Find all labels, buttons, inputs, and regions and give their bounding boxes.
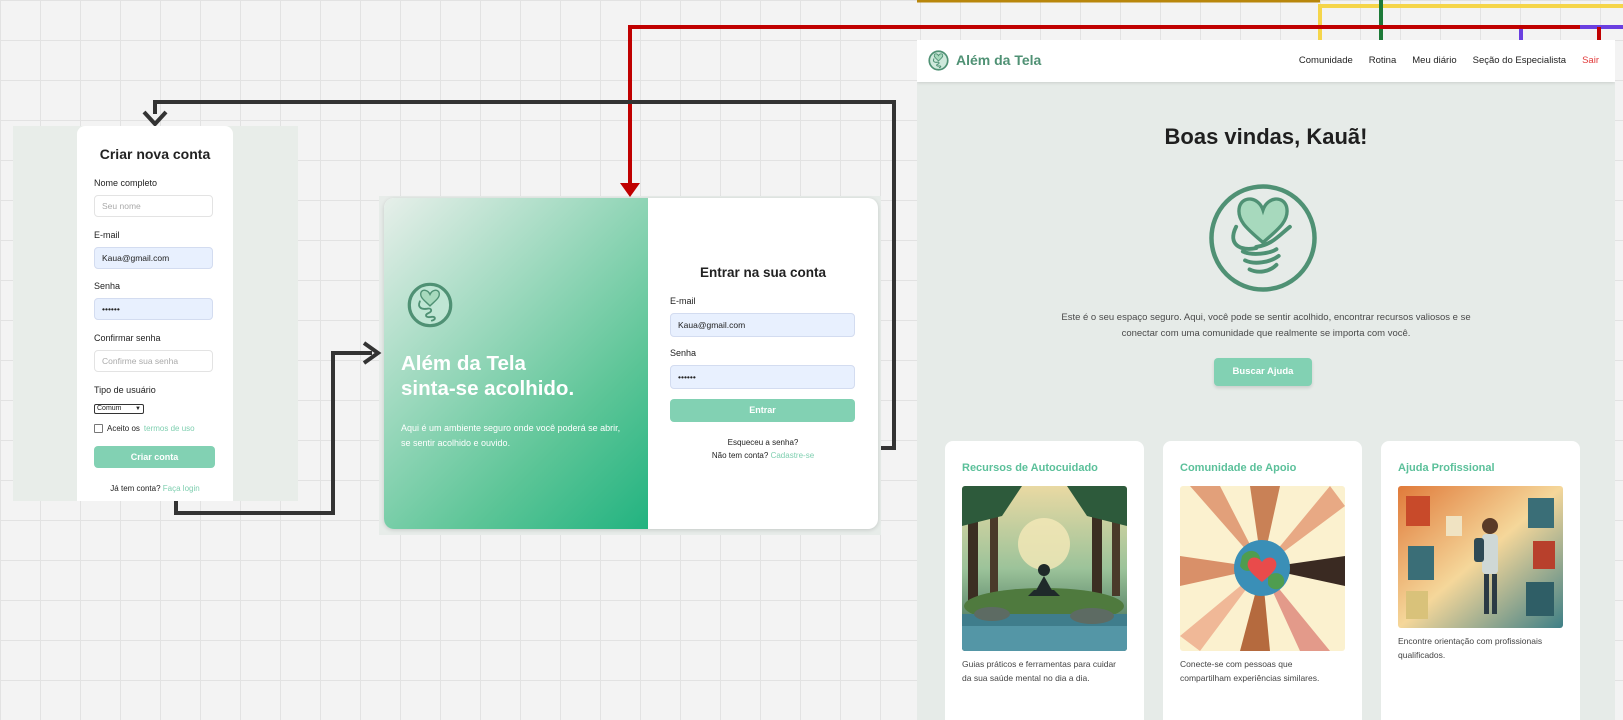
login-password-label: Senha: [670, 348, 697, 358]
signup-link[interactable]: Cadastre-se: [771, 451, 815, 460]
login-title: Entrar na sua conta: [699, 265, 827, 280]
signup-email-label: E-mail: [94, 230, 120, 240]
signup-card: Criar nova conta Nome completo Seu nome …: [77, 126, 233, 501]
hero-title-line2: sinta-se acolhido.: [401, 377, 575, 400]
flow-arrow-dark-bottom: [362, 341, 382, 365]
user-type-label: Tipo de usuário: [94, 385, 156, 395]
user-type-select[interactable]: Comum ▼: [94, 404, 144, 414]
card-community[interactable]: Comunidade de Apoio Conecte-se com pesso…: [1163, 441, 1362, 720]
login-password-input[interactable]: ••••••: [670, 365, 855, 389]
heart-hands-icon: [407, 282, 453, 328]
card-image-hands-globe: [1180, 486, 1345, 651]
home-page: Além da Tela Comunidade Rotina Meu diári…: [917, 40, 1615, 720]
flow-arrow-red: [620, 183, 640, 197]
flow-line-purple: [1519, 25, 1623, 40]
card-title: Ajuda Profissional: [1398, 462, 1495, 474]
login-link[interactable]: Faça login: [163, 484, 200, 493]
terms-link[interactable]: termos de uso: [144, 424, 195, 433]
heart-hands-icon[interactable]: [928, 50, 949, 71]
confirm-password-label: Confirmar senha: [94, 333, 161, 343]
hero-title-line1: Além da Tela: [401, 352, 526, 375]
confirm-password-input[interactable]: Confirme sua senha: [94, 350, 213, 372]
create-account-button[interactable]: Criar conta: [94, 446, 215, 468]
card-image-meditation: [962, 486, 1127, 651]
signup-title: Criar nova conta: [99, 146, 211, 162]
nav-links: Comunidade Rotina Meu diário Seção do Es…: [1299, 55, 1599, 66]
card-self-care[interactable]: Recursos de Autocuidado Guias práticos e…: [945, 441, 1144, 720]
signup-footer: Já tem conta? Faça login: [77, 484, 233, 493]
signup-prompt-prefix: Não tem conta?: [711, 451, 769, 460]
nav-meu-diario[interactable]: Meu diário: [1412, 55, 1456, 66]
card-description: Guias práticos e ferramentas para cuidar…: [962, 659, 1117, 683]
login-email-input[interactable]: Kaua@gmail.com: [670, 313, 855, 337]
nav-sair[interactable]: Sair: [1582, 55, 1599, 66]
signup-prompt: Não tem conta? Cadastre-se: [648, 451, 878, 460]
signup-footer-prefix: Já tem conta?: [110, 484, 161, 493]
nav-comunidade[interactable]: Comunidade: [1299, 55, 1353, 66]
terms-row: Aceito os termos de uso: [94, 424, 195, 433]
welcome-title: Boas vindas, Kauã!: [1164, 124, 1368, 149]
login-button[interactable]: Entrar: [670, 399, 855, 422]
flow-arrow-dark-top: [142, 110, 168, 127]
signup-password-input[interactable]: ••••••: [94, 298, 213, 320]
hero-text: Aqui é um ambiente seguro onde você pode…: [401, 423, 621, 448]
hero-title: Além da Tela sinta-se acolhido.: [401, 351, 574, 401]
signup-email-input[interactable]: Kaua@gmail.com: [94, 247, 213, 269]
terms-checkbox[interactable]: [94, 424, 103, 433]
login-email-label: E-mail: [670, 296, 696, 306]
card-description: Conecte-se com pessoas que compartilham …: [1180, 659, 1320, 683]
login-card: Além da Tela sinta-se acolhido. Aqui é u…: [384, 198, 878, 529]
card-title: Comunidade de Apoio: [1180, 462, 1297, 474]
card-image-professional: [1398, 486, 1563, 628]
brand-name[interactable]: Além da Tela: [956, 52, 1041, 68]
card-professional[interactable]: Ajuda Profissional Encontre orientação c…: [1381, 441, 1580, 720]
terms-prefix: Aceito os: [107, 424, 140, 433]
forgot-password-link[interactable]: Esqueceu a senha?: [648, 438, 878, 447]
nav-rotina[interactable]: Rotina: [1369, 55, 1396, 66]
signup-password-label: Senha: [94, 281, 121, 291]
login-hero: Além da Tela sinta-se acolhido. Aqui é u…: [384, 198, 648, 529]
heart-hands-icon: [1209, 184, 1317, 292]
chevron-down-icon: ▼: [135, 406, 141, 412]
intro-text: Este é o seu espaço seguro. Aqui, você p…: [1061, 312, 1471, 339]
login-form: Entrar na sua conta E-mail Kaua@gmail.co…: [648, 198, 878, 529]
name-input[interactable]: Seu nome: [94, 195, 213, 217]
nav-secao-especialista[interactable]: Seção do Especialista: [1473, 55, 1566, 66]
name-label: Nome completo: [94, 178, 158, 188]
user-type-value: Comum: [97, 405, 122, 412]
card-description: Encontre orientação com profissionais qu…: [1398, 636, 1543, 660]
seek-help-button[interactable]: Buscar Ajuda: [1214, 358, 1312, 386]
top-nav: Além da Tela Comunidade Rotina Meu diári…: [917, 40, 1615, 82]
flow-line-yellow: [1318, 4, 1623, 40]
card-title: Recursos de Autocuidado: [962, 462, 1098, 474]
